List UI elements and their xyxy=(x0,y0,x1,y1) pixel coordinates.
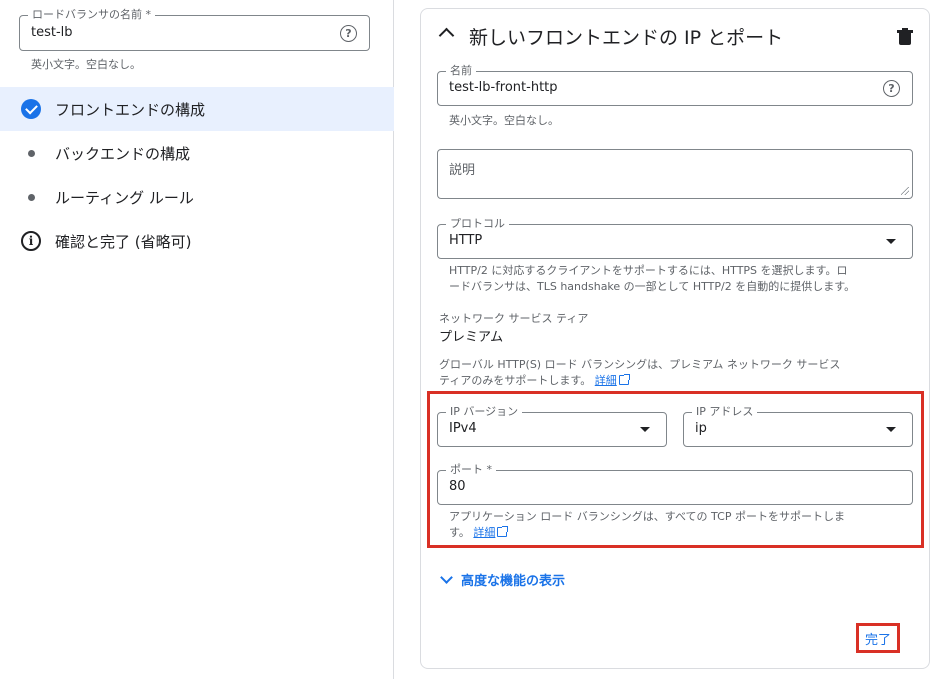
step-label: ルーティング ルール xyxy=(55,188,194,207)
external-link-icon xyxy=(618,374,630,385)
show-advanced-toggle[interactable]: 高度な機能の表示 xyxy=(440,570,566,589)
dropdown-arrow-icon xyxy=(886,239,896,244)
ip-address-label: IP アドレス xyxy=(692,405,758,419)
frontend-name-value: test-lb-front-http xyxy=(449,80,558,95)
port-value: 80 xyxy=(449,479,466,494)
description-textarea[interactable]: 説明 xyxy=(437,149,913,199)
dot-icon xyxy=(21,187,41,207)
protocol-label: プロトコル xyxy=(446,217,509,231)
protocol-hint: HTTP/2 に対応するクライアントをサポートするには、HTTPS を選択します… xyxy=(449,263,909,295)
dot-icon xyxy=(21,143,41,163)
network-tier-label: ネットワーク サービス ティア xyxy=(439,312,589,325)
lb-name-hint: 英小文字。空白なし。 xyxy=(31,58,141,71)
frontend-name-hint: 英小文字。空白なし。 xyxy=(449,114,559,127)
step-frontend-config[interactable]: フロントエンドの構成 xyxy=(0,87,394,131)
ip-version-select[interactable]: IP バージョン IPv4 xyxy=(437,405,667,447)
port-label: ポート * xyxy=(446,463,496,477)
protocol-hint-line: ードバランサは、TLS handshake の一部として HTTP/2 を自動的… xyxy=(449,280,856,293)
help-icon[interactable]: ? xyxy=(340,25,357,42)
show-advanced-label: 高度な機能の表示 xyxy=(461,574,566,589)
dropdown-arrow-icon xyxy=(640,427,650,432)
lb-name-value: test-lb xyxy=(31,25,73,40)
ip-version-label: IP バージョン xyxy=(446,405,523,419)
done-button[interactable]: 完了 xyxy=(856,623,900,653)
network-tier-note-line: グローバル HTTP(S) ロード バランシングは、プレミアム ネットワーク サ… xyxy=(439,358,841,371)
learn-more-link-text: 詳細 xyxy=(594,374,617,387)
frontend-title: 新しいフロントエンドの IP とポート xyxy=(469,27,784,49)
step-label: 確認と完了 (省略可) xyxy=(55,232,192,251)
lb-name-label: ロードバランサの名前 * xyxy=(28,8,155,22)
port-hint: アプリケーション ロード バランシングは、すべての TCP ポートをサポートしま… xyxy=(449,509,909,541)
check-circle-icon xyxy=(21,99,41,119)
dropdown-arrow-icon xyxy=(886,427,896,432)
frontend-name-field[interactable]: 名前 test-lb-front-http ? xyxy=(437,64,913,106)
port-hint-line: す。 xyxy=(449,526,470,539)
protocol-hint-line: HTTP/2 に対応するクライアントをサポートするには、HTTPS を選択します… xyxy=(449,264,848,277)
ip-address-select[interactable]: IP アドレス ip xyxy=(683,405,913,447)
resize-handle-icon[interactable] xyxy=(901,187,909,195)
frontend-name-label: 名前 xyxy=(446,64,476,78)
network-tier-note-line: ティアのみをサポートします。 xyxy=(439,374,592,387)
info-icon: i xyxy=(21,231,41,251)
network-tier-value: プレミアム xyxy=(439,330,504,345)
sidebar: ロードバランサの名前 * test-lb ? 英小文字。空白なし。 フロントエン… xyxy=(0,0,394,679)
step-label: バックエンドの構成 xyxy=(55,144,191,163)
description-placeholder: 説明 xyxy=(449,163,476,178)
protocol-value: HTTP xyxy=(449,233,483,248)
chevron-down-icon xyxy=(440,570,453,584)
ip-address-value: ip xyxy=(695,421,707,436)
help-icon[interactable]: ? xyxy=(883,80,900,97)
step-label: フロントエンドの構成 xyxy=(55,100,206,119)
network-tier-note: グローバル HTTP(S) ロード バランシングは、プレミアム ネットワーク サ… xyxy=(439,357,909,389)
port-hint-line: アプリケーション ロード バランシングは、すべての TCP ポートをサポートしま xyxy=(449,510,845,523)
external-link-icon xyxy=(497,526,509,537)
ip-version-value: IPv4 xyxy=(449,421,477,436)
trash-icon[interactable] xyxy=(897,28,913,45)
lb-name-field[interactable]: ロードバランサの名前 * test-lb ? xyxy=(19,8,370,51)
learn-more-link-text: 詳細 xyxy=(473,526,496,539)
step-backend-config[interactable]: バックエンドの構成 xyxy=(0,131,394,175)
protocol-select[interactable]: プロトコル HTTP xyxy=(437,217,913,259)
port-field[interactable]: ポート * 80 xyxy=(437,463,913,505)
step-routing-rules[interactable]: ルーティング ルール xyxy=(0,175,394,219)
step-review-finalize[interactable]: i 確認と完了 (省略可) xyxy=(0,219,394,263)
learn-more-link[interactable]: 詳細 xyxy=(473,526,509,539)
learn-more-link[interactable]: 詳細 xyxy=(594,374,630,387)
